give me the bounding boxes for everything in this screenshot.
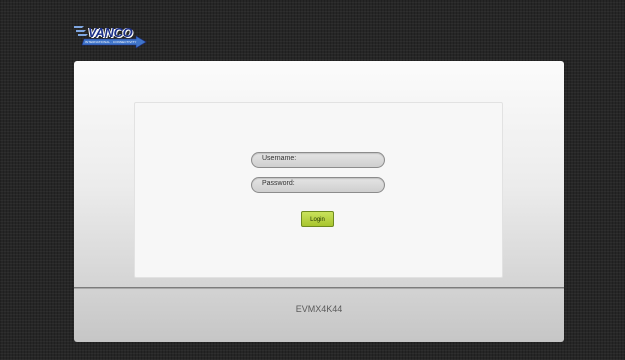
footer-bar: EVMX4K44	[74, 287, 564, 342]
main-panel: Username: Password: Login	[74, 61, 564, 287]
logo-text: VANCO	[88, 25, 133, 40]
login-button[interactable]: Login	[301, 211, 334, 227]
logo-tagline: INTERNATIONAL · CONNECTIVITY	[85, 40, 137, 44]
footer-divider	[74, 288, 564, 289]
password-label: Password:	[262, 180, 295, 187]
vanco-logo: VANCO INTERNATIONAL · CONNECTIVITY	[74, 22, 148, 50]
username-label: Username:	[262, 155, 297, 162]
model-name: EVMX4K44	[295, 304, 343, 314]
password-field[interactable]: Password:	[251, 177, 385, 193]
username-field[interactable]: Username:	[251, 152, 385, 168]
login-card: Username: Password: Login	[134, 102, 503, 278]
